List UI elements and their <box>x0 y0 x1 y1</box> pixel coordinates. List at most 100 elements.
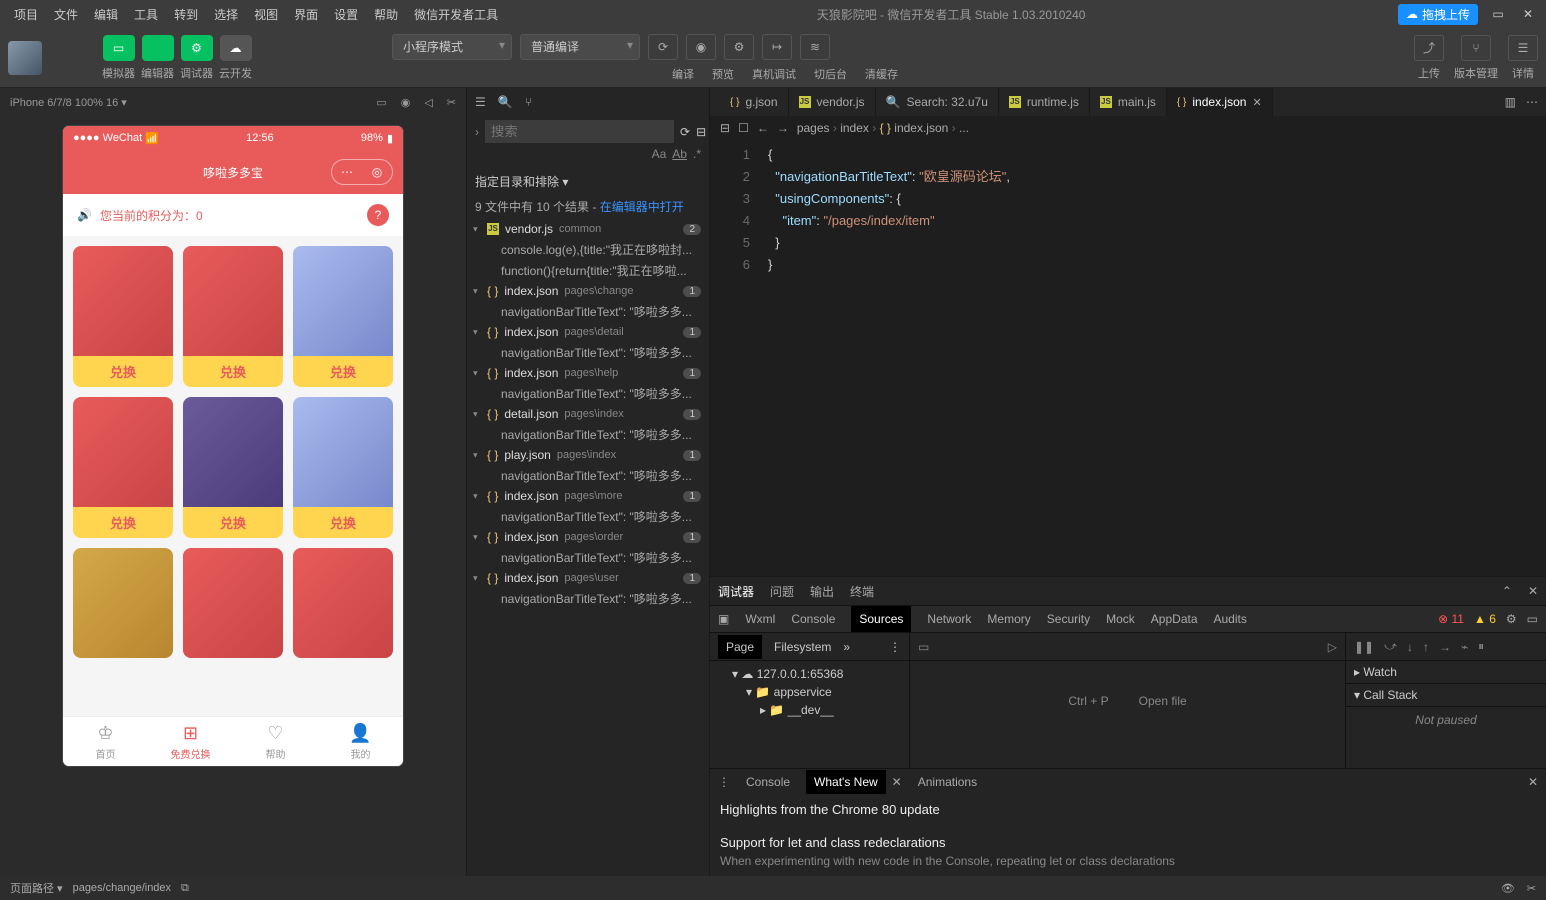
result-line[interactable]: navigationBarTitleText": "哆啦多多... <box>467 383 709 404</box>
back-icon[interactable]: ← <box>757 121 769 135</box>
result-file[interactable]: { }index.jsonpages\help1 <box>467 363 709 383</box>
record-icon[interactable]: ◉ <box>401 96 411 109</box>
exchange-button[interactable]: 兑换 <box>183 356 283 387</box>
menu-item[interactable]: 选择 <box>208 4 244 25</box>
dock-icon[interactable]: ▭ <box>1527 612 1538 626</box>
pause-icon[interactable]: ❚❚ <box>1354 640 1374 654</box>
menu-item[interactable]: 视图 <box>248 4 284 25</box>
tab-item[interactable]: ♡帮助 <box>233 717 318 766</box>
watch-section[interactable]: ▸ Watch <box>1346 661 1546 684</box>
filesystem-tab[interactable]: Filesystem <box>774 640 831 654</box>
editor-tab[interactable]: 🔍Search: 32.u7u <box>876 88 999 116</box>
rotate-icon[interactable]: ▭ <box>376 96 386 109</box>
result-file[interactable]: { }index.jsonpages\detail1 <box>467 322 709 342</box>
devtab[interactable]: 输出 <box>810 583 834 600</box>
tab-item[interactable]: ⊞免费兑换 <box>148 717 233 766</box>
step-icon[interactable]: → <box>1439 640 1451 654</box>
menu-icon[interactable]: ⋮ <box>718 775 730 789</box>
back-icon[interactable]: ↦ <box>762 34 792 60</box>
tool-button[interactable]: ▭ <box>103 35 135 61</box>
filter-toggle[interactable]: 指定目录和排除 ▾ <box>467 169 709 194</box>
tab-item[interactable]: ♔首页 <box>63 717 148 766</box>
compile-select[interactable]: 普通编译 <box>520 34 640 60</box>
copy-icon[interactable]: ⧉ <box>181 882 189 895</box>
card[interactable]: 兑换 <box>183 246 283 387</box>
tree-host[interactable]: ▾ ☁ 127.0.0.1:65368 <box>718 665 901 683</box>
devtools-tab[interactable]: Network <box>927 612 971 626</box>
devtab[interactable]: 问题 <box>770 583 794 600</box>
editor-tab[interactable]: { }g.json <box>720 88 789 116</box>
result-file[interactable]: JSvendor.jscommon2 <box>467 219 709 239</box>
result-file[interactable]: { }index.jsonpages\change1 <box>467 281 709 301</box>
tool-button[interactable] <box>142 35 174 61</box>
tree-folder[interactable]: ▸ 📁 __dev__ <box>718 701 901 719</box>
close-icon[interactable]: ✕ <box>1252 96 1261 109</box>
editor-tab[interactable]: JSvendor.js <box>789 88 876 116</box>
target-icon[interactable]: ◎ <box>362 160 392 184</box>
tool-button[interactable]: ⤴ <box>1414 35 1444 61</box>
branch-icon[interactable]: ⑂ <box>525 95 532 109</box>
step-out-icon[interactable]: ↑ <box>1423 640 1429 654</box>
result-file[interactable]: { }index.jsonpages\more1 <box>467 486 709 506</box>
exchange-button[interactable]: 兑换 <box>183 507 283 538</box>
avatar[interactable] <box>8 41 42 75</box>
menu-icon[interactable]: ⋯ <box>332 160 362 184</box>
card[interactable] <box>293 548 393 658</box>
cut-icon[interactable]: ✂ <box>447 96 456 109</box>
case-icon[interactable]: Aa <box>652 147 667 161</box>
mode-select[interactable]: 小程序模式 <box>392 34 512 60</box>
step-over-icon[interactable]: ⤻ <box>1384 639 1397 654</box>
tool-button[interactable]: ☁ <box>220 35 252 61</box>
menu-item[interactable]: 编辑 <box>88 4 124 25</box>
debug-icon[interactable]: ⚙ <box>724 34 754 60</box>
devtools-tab[interactable]: Console <box>791 612 835 626</box>
preview-icon[interactable]: ◉ <box>686 34 716 60</box>
devtools-tab[interactable]: Wxml <box>745 612 775 626</box>
menu-item[interactable]: 工具 <box>128 4 164 25</box>
toggle-icon[interactable]: ⊟ <box>720 121 730 135</box>
close-icon[interactable]: ✕ <box>1528 775 1538 789</box>
warn-badge[interactable]: ▲ 6 <box>1474 612 1496 626</box>
editor-tab[interactable]: JSruntime.js <box>999 88 1090 116</box>
menu-item[interactable]: 界面 <box>288 4 324 25</box>
menu-icon[interactable]: ⋮ <box>889 640 901 654</box>
chevron-up-icon[interactable]: ⌃ <box>1502 584 1512 598</box>
result-file[interactable]: { }detail.jsonpages\index1 <box>467 404 709 424</box>
result-line[interactable]: navigationBarTitleText": "哆啦多多... <box>467 506 709 527</box>
card[interactable]: 兑换 <box>293 397 393 538</box>
devtab[interactable]: 终端 <box>850 583 874 600</box>
bookmark-icon[interactable]: ☐ <box>738 121 749 135</box>
error-badge[interactable]: ⊗ 11 <box>1438 612 1464 626</box>
result-file[interactable]: { }index.jsonpages\order1 <box>467 527 709 547</box>
chevron-right-icon[interactable]: › <box>475 125 479 139</box>
device-select[interactable]: iPhone 6/7/8 100% 16 ▾ <box>10 96 127 109</box>
scissors-icon[interactable]: ✂ <box>1527 882 1536 895</box>
devtools-tab[interactable]: Audits <box>1214 612 1247 626</box>
result-line[interactable]: navigationBarTitleText": "哆啦多多... <box>467 301 709 322</box>
pause-exc-icon[interactable]: ⏸ <box>1478 639 1484 654</box>
page-tab[interactable]: Page <box>718 635 762 659</box>
step-in-icon[interactable]: ↓ <box>1407 640 1413 654</box>
result-file[interactable]: { }play.jsonpages\index1 <box>467 445 709 465</box>
menu-item[interactable]: 设置 <box>328 4 364 25</box>
more-icon[interactable]: » <box>843 640 850 654</box>
tool-button[interactable]: ☰ <box>1508 35 1538 61</box>
upload-button[interactable]: ☁拖拽上传 <box>1398 4 1478 25</box>
editor-tab[interactable]: { }index.json✕ <box>1167 88 1273 116</box>
card[interactable] <box>183 548 283 658</box>
tool-button[interactable]: ⚙ <box>181 35 213 61</box>
search-icon[interactable]: 🔍 <box>498 95 513 109</box>
card[interactable]: 兑换 <box>73 246 173 387</box>
minimize-icon[interactable]: ▭ <box>1488 4 1508 24</box>
refresh-icon[interactable]: ⟳ <box>680 125 690 139</box>
devtools-tab[interactable]: AppData <box>1151 612 1198 626</box>
result-line[interactable]: navigationBarTitleText": "哆啦多多... <box>467 547 709 568</box>
devtools-tab[interactable]: Security <box>1047 612 1090 626</box>
regex-icon[interactable]: .* <box>693 147 701 161</box>
menu-item[interactable]: 转到 <box>168 4 204 25</box>
menu-item[interactable]: 帮助 <box>368 4 404 25</box>
crumb-item[interactable]: { } index.json <box>880 121 949 135</box>
crumb-item[interactable]: ... <box>959 121 969 135</box>
path-label[interactable]: 页面路径 ▾ <box>10 880 63 896</box>
devtools-tab[interactable]: Sources <box>851 606 911 632</box>
